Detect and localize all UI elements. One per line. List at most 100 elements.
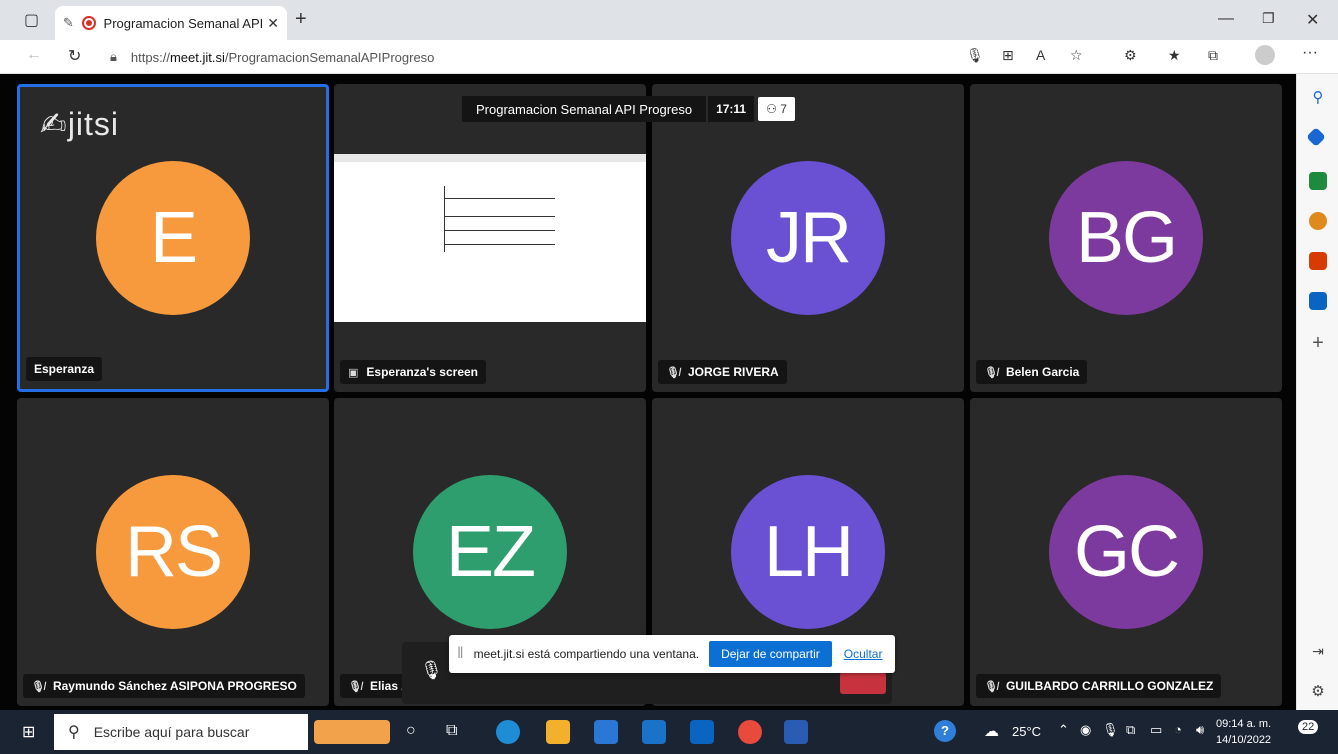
shared-screen-preview: [334, 154, 646, 322]
tab-actions-icon[interactable]: ▢: [24, 10, 39, 30]
close-window-icon[interactable]: ✕: [1306, 10, 1319, 30]
shopping-icon[interactable]: [1306, 127, 1326, 147]
url-field[interactable]: 🔒︎ https://meet.jit.si/ProgramacionSeman…: [110, 43, 990, 71]
file-explorer-icon[interactable]: [546, 720, 570, 744]
restore-icon[interactable]: ❐: [1262, 10, 1275, 27]
taskbar-search[interactable]: ⚲ Escribe aquí para buscar: [54, 714, 308, 750]
browser-tab[interactable]: ✎ Programacion Semanal API ✕: [55, 6, 287, 40]
mic-muted-icon: 🎙︎̸: [666, 366, 680, 379]
mic-muted-icon: 🎙︎̸: [31, 680, 45, 693]
battery-icon[interactable]: ▭: [1150, 722, 1162, 738]
edge-icon[interactable]: [496, 720, 520, 744]
add-icon[interactable]: +: [1309, 332, 1327, 354]
new-tab-icon[interactable]: +: [295, 8, 307, 31]
tools-icon[interactable]: [1309, 172, 1327, 190]
hangup-button[interactable]: [840, 672, 886, 694]
participant-name: 🎙︎̸ JORGE RIVERA: [658, 360, 787, 384]
people-icon[interactable]: [1309, 212, 1327, 230]
participant-avatar: RS: [96, 475, 250, 629]
browser-sidebar: ⚲ + ⇥ ⚙: [1296, 74, 1338, 710]
read-aloud-icon[interactable]: A: [1036, 47, 1045, 63]
mic-muted-icon: 🎙︎̸: [348, 680, 362, 693]
meeting-stage: ✍︎jitsi E Esperanza ▣ Esperanza's screen…: [0, 74, 1296, 710]
participant-tile[interactable]: ✍︎jitsi E Esperanza: [17, 84, 329, 392]
address-bar: ← ↻ 🔒︎ https://meet.jit.si/ProgramacionS…: [0, 40, 1338, 74]
screen-share-tile[interactable]: ▣ Esperanza's screen: [334, 84, 646, 392]
screen-sharing-notification: ‖ meet.jit.si está compartiendo una vent…: [449, 635, 895, 673]
mic-muted-icon: 🎙︎̸: [984, 366, 998, 379]
minimize-icon[interactable]: —: [1218, 10, 1234, 28]
tray-app-icon[interactable]: ◉: [1080, 722, 1091, 738]
favorite-icon[interactable]: ☆: [1070, 47, 1083, 64]
more-menu-icon[interactable]: ···: [1302, 44, 1318, 62]
participants-count-button[interactable]: ⚇ 7: [758, 97, 795, 121]
participant-tile[interactable]: RS 🎙︎̸ Raymundo Sánchez ASIPONA PROGRESO: [17, 398, 329, 706]
task-view-icon[interactable]: ⧉: [446, 722, 457, 740]
store-icon[interactable]: [594, 720, 618, 744]
search-placeholder: Escribe aquí para buscar: [93, 724, 250, 740]
microphone-permission-icon[interactable]: 🎙︎: [966, 47, 984, 64]
participant-tile[interactable]: BG 🎙︎̸ Belen Garcia: [970, 84, 1282, 392]
profile-avatar[interactable]: [1255, 45, 1275, 65]
participant-name: 🎙︎̸ Raymundo Sánchez ASIPONA PROGRESO: [23, 674, 305, 698]
participant-tile[interactable]: GC 🎙︎̸ GUILBARDO CARRILLO GONZALEZ: [970, 398, 1282, 706]
sidebar-collapse-icon[interactable]: ⇥: [1309, 642, 1327, 660]
participant-tile[interactable]: JR 🎙︎̸ JORGE RIVERA: [652, 84, 964, 392]
tab-title: Programacion Semanal API: [103, 15, 264, 31]
recording-icon: [81, 16, 96, 30]
refresh-icon[interactable]: ↻: [68, 46, 81, 66]
close-tab-icon[interactable]: ✕: [267, 15, 279, 32]
mail-icon[interactable]: [642, 720, 666, 744]
participant-avatar: GC: [1049, 475, 1203, 629]
taskbar-clock[interactable]: 09:14 a. m. 14/10/2022: [1216, 716, 1271, 748]
browser-tab-bar: ▢ ✎ Programacion Semanal API ✕ + — ❐ ✕: [0, 0, 1338, 40]
url-prefix: https://: [130, 49, 170, 65]
chrome-icon[interactable]: [738, 720, 762, 744]
participant-avatar: LH: [731, 475, 885, 629]
jitsi-hand-icon: ✍︎: [40, 106, 68, 142]
search-icon[interactable]: ⚲: [1309, 88, 1327, 106]
favorites-icon[interactable]: ★: [1168, 47, 1181, 64]
shared-document: [444, 186, 555, 252]
clock-date: 14/10/2022: [1216, 734, 1272, 746]
participant-avatar: EZ: [413, 475, 567, 629]
mic-muted-icon: 🎙︎̸: [984, 680, 998, 693]
participant-name: ▣ Esperanza's screen: [340, 360, 486, 384]
participant-name: 🎙︎̸ Belen Garcia: [976, 360, 1088, 384]
stop-sharing-button[interactable]: Dejar de compartir: [709, 641, 832, 667]
hide-button[interactable]: Ocultar: [844, 647, 883, 661]
screen-share-icon: ▣: [348, 366, 359, 379]
app-available-icon[interactable]: ⊞: [1002, 47, 1014, 64]
extensions-icon[interactable]: ⚙: [1124, 47, 1137, 64]
cortana-icon[interactable]: ○: [406, 722, 416, 740]
notification-count[interactable]: 22: [1298, 720, 1319, 734]
windows-taskbar: ⊞ ⚲ Escribe aquí para buscar ○ ⧉ ? ☁ 25°…: [0, 710, 1338, 754]
show-hidden-icons-icon[interactable]: ⌃: [1058, 722, 1069, 738]
word-icon[interactable]: [784, 720, 808, 744]
meeting-timer: 17:11: [708, 96, 755, 122]
meeting-info-bar: Programacion Semanal API Progreso 17:11 …: [462, 96, 795, 122]
participants-icon: ⚇: [766, 102, 781, 116]
feather-icon: ✎: [63, 15, 74, 30]
back-icon[interactable]: ←: [26, 46, 42, 64]
volume-icon[interactable]: 🔊︎: [1196, 722, 1204, 738]
participant-name: Esperanza: [26, 357, 103, 381]
weather-cloud-icon[interactable]: ☁: [984, 722, 999, 740]
lock-icon: 🔒︎: [110, 49, 117, 64]
wifi-icon[interactable]: ◔: [1174, 722, 1182, 737]
participant-avatar: BG: [1049, 161, 1203, 315]
drag-handle-icon[interactable]: ‖: [457, 645, 464, 663]
outlook-taskbar-icon[interactable]: [690, 720, 714, 744]
microphone-tray-icon[interactable]: 🎙︎: [1102, 722, 1119, 738]
office-icon[interactable]: [1309, 252, 1327, 270]
weather-temperature[interactable]: 25°C: [1012, 724, 1041, 739]
search-highlight-image[interactable]: [314, 720, 390, 744]
windows-start-icon[interactable]: ⊞: [22, 722, 35, 742]
outlook-icon[interactable]: [1309, 292, 1327, 310]
help-icon[interactable]: ?: [934, 720, 956, 742]
settings-icon[interactable]: ⚙: [1309, 682, 1327, 700]
tray-share-icon[interactable]: ⧉: [1126, 722, 1135, 738]
collections-icon[interactable]: ⧉: [1208, 47, 1218, 64]
microphone-button[interactable]: 🎙︎: [420, 660, 443, 681]
url-path: /ProgramacionSemanalAPIProgreso: [224, 49, 435, 65]
